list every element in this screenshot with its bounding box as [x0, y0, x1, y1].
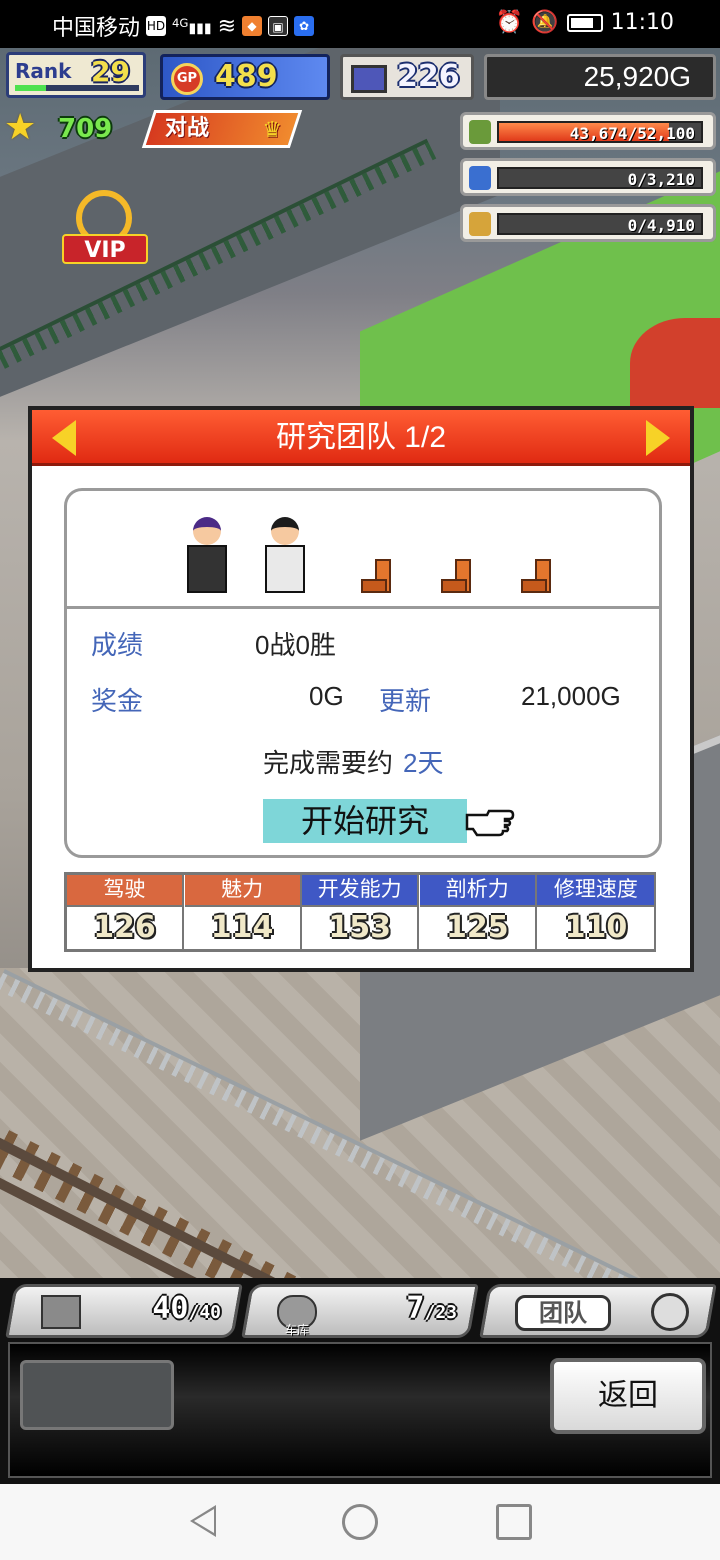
renew-value: 21,000G [521, 681, 621, 711]
resource-row[interactable]: 43,674/52,100 [460, 112, 716, 150]
bottom-menu: 40/40 车库 7/23 团队 返回 [0, 1278, 720, 1484]
stat-cell: 开发能力 153 [302, 875, 420, 949]
stat-value: 126 [67, 905, 182, 949]
battle-button[interactable]: 对战 ♛ [141, 110, 303, 148]
stat-label: 驾驶 [67, 875, 182, 905]
system-nav-bar [0, 1484, 720, 1560]
resource-row[interactable]: 0/3,210 [460, 158, 716, 196]
alarm-icon: ⏰ [495, 10, 524, 35]
gp-panel[interactable]: GP 489 [160, 54, 330, 100]
research-team-dialog: 研究团队 1/2 成绩 0战0胜 奖金 0G 更新 21,000G 完成需要约 2… [28, 406, 694, 972]
prize-value: 0G [309, 681, 344, 711]
vip-label: VIP [62, 234, 148, 264]
status-bar: 中国移动 HD 4G▮▮▮ ≋ ◆ ▣ ✿ ⏰ 🔕 11:10 [0, 0, 720, 48]
record-value: 0战0胜 [255, 630, 336, 660]
resource-text: 0/4,910 [627, 216, 695, 235]
paw-app-icon: ✿ [294, 16, 315, 36]
carrier-text: 中国移动 [52, 16, 141, 41]
resource-text: 0/3,210 [627, 170, 695, 189]
start-research-button[interactable]: 开始研究 [263, 799, 467, 843]
clock: 11:10 [610, 10, 674, 35]
estimate-days: 2天 [403, 748, 444, 778]
resource-bar: 0/3,210 [497, 167, 703, 189]
resource-row[interactable]: 0/4,910 [460, 204, 716, 242]
prize-label: 奖金 [91, 686, 144, 716]
record-label: 成绩 [91, 630, 144, 660]
gold-display: 25,920G [484, 54, 716, 100]
dialog-title: 研究团队 1/2 [275, 421, 447, 454]
stat-cell: 魅力 114 [184, 875, 302, 949]
resource-text: 43,674/52,100 [569, 124, 695, 143]
empty-action-slot[interactable] [20, 1360, 174, 1430]
rank-progress-bar [15, 85, 139, 91]
team-members [67, 491, 659, 609]
empty-seat-icon[interactable] [519, 559, 555, 595]
stat-label: 魅力 [184, 875, 300, 905]
stat-value: 125 [419, 905, 535, 949]
pointing-hand-icon [465, 809, 515, 837]
resource-bar: 43,674/52,100 [497, 121, 703, 143]
star-value: 709 [58, 114, 113, 144]
empty-seat-icon[interactable] [439, 559, 475, 595]
mute-icon: 🔕 [531, 10, 559, 35]
stat-label: 修理速度 [537, 875, 655, 905]
garage-slot[interactable]: 车库 7/23 [241, 1284, 479, 1338]
team-tab[interactable]: 团队 [479, 1284, 717, 1338]
app-notification-icon: ◆ [242, 16, 263, 36]
stat-label: 剖析力 [419, 875, 535, 905]
king-icon: ♛ [262, 118, 283, 143]
battery-icon [566, 13, 603, 32]
rank-label: Rank [15, 59, 72, 83]
dialog-header: 研究团队 1/2 [32, 410, 690, 466]
parts-inventory-slot[interactable]: 40/40 [5, 1284, 243, 1338]
money-bag-icon [469, 120, 491, 144]
empty-seat-icon[interactable] [359, 559, 395, 595]
computer-points-panel[interactable]: 226 [340, 54, 474, 100]
team-stats-table: 驾驶 126 魅力 114 开发能力 153 剖析力 125 修理速度 110 [64, 872, 656, 952]
resource-bar: 0/4,910 [497, 213, 703, 235]
renew-label: 更新 [379, 686, 432, 716]
gp-coin-icon: GP [171, 63, 203, 95]
team-tab-label: 团队 [515, 1295, 611, 1331]
rank-value: 29 [91, 55, 130, 88]
estimate-text: 完成需要约 2天 [263, 748, 444, 778]
stat-cell: 剖析力 125 [419, 875, 537, 949]
action-panel: 返回 [8, 1342, 712, 1478]
nav-recent-apps-button[interactable] [496, 1504, 532, 1540]
staff-face-icon [651, 1293, 689, 1331]
fuel-icon [469, 166, 491, 190]
back-button[interactable]: 返回 [550, 1358, 706, 1434]
next-arrow-button[interactable] [646, 420, 670, 456]
nav-back-button[interactable] [188, 1504, 216, 1538]
nav-home-button[interactable] [342, 1504, 378, 1540]
stat-value: 114 [184, 905, 300, 949]
wheat-icon [469, 212, 491, 236]
app-notification-icon-2: ▣ [268, 16, 289, 36]
stat-label: 开发能力 [302, 875, 418, 905]
computer-icon [351, 65, 387, 93]
wifi-icon: ≋ [217, 13, 237, 39]
stat-cell: 驾驶 126 [67, 875, 184, 949]
team-info-card: 成绩 0战0胜 奖金 0G 更新 21,000G 完成需要约 2天 开始研究 [64, 488, 662, 858]
crate-icon [41, 1295, 81, 1329]
computer-points-value: 226 [397, 59, 460, 94]
rank-panel[interactable]: Rank 29 [6, 52, 146, 98]
stat-cell: 修理速度 110 [537, 875, 655, 949]
signal-icon: 4G▮▮▮ [172, 15, 212, 37]
gp-value: 489 [215, 59, 278, 94]
prev-arrow-button[interactable] [52, 420, 76, 456]
stat-value: 110 [537, 905, 655, 949]
member-avatar-1[interactable] [179, 517, 235, 597]
garage-label: 车库 [285, 1323, 310, 1337]
vip-button[interactable]: VIP [62, 190, 148, 274]
hd-icon: HD [146, 16, 167, 36]
member-avatar-2[interactable] [257, 517, 313, 597]
star-icon: ★ [4, 107, 37, 148]
stat-value: 153 [302, 905, 418, 949]
